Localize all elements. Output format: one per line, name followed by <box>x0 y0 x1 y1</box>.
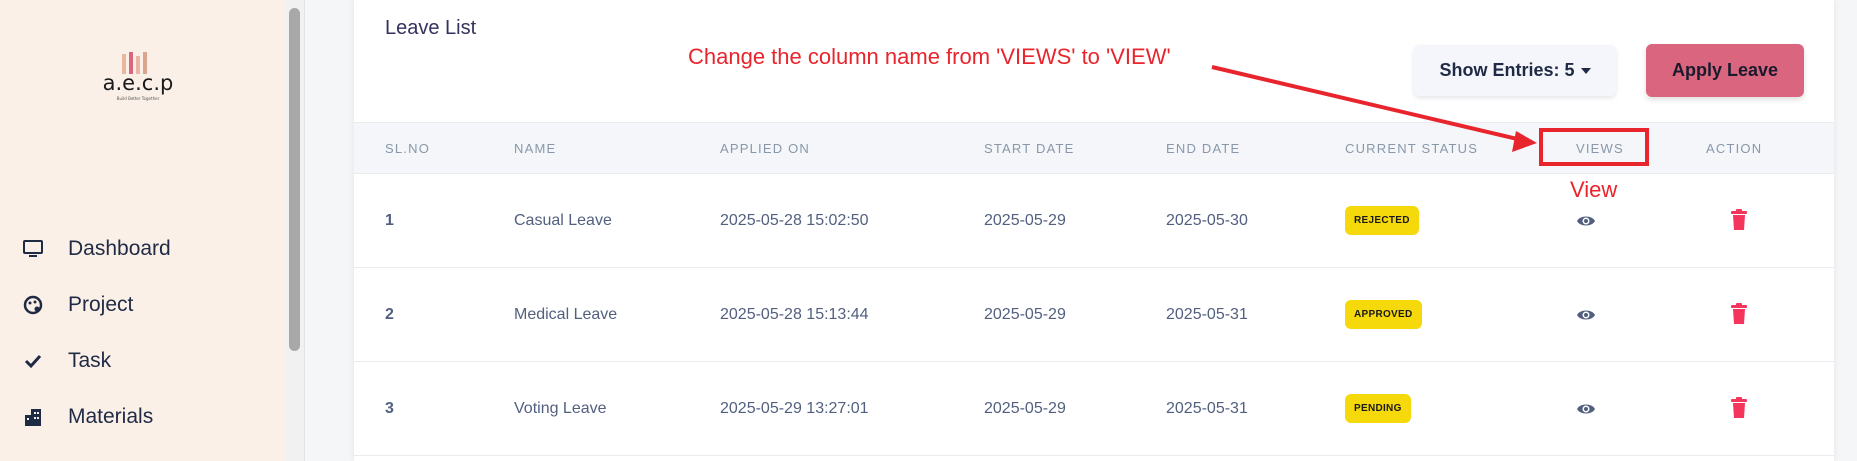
annotation-note: Change the column name from 'VIEWS' to '… <box>688 44 1171 69</box>
cell-start-date: 2025-05-29 <box>984 212 1066 229</box>
cell-name: Voting Leave <box>514 400 607 417</box>
cell-start-date: 2025-05-29 <box>984 306 1066 323</box>
header-applied-on: APPLIED ON <box>720 141 811 156</box>
sidebar-item-materials[interactable]: Materials <box>22 397 153 437</box>
header-end-date: END DATE <box>1166 141 1241 156</box>
cell-end-date: 2025-05-31 <box>1166 400 1248 417</box>
palette-icon <box>22 294 44 316</box>
sidebar-item-task[interactable]: Task <box>22 341 111 381</box>
sidebar-scrollbar[interactable] <box>285 0 305 461</box>
status-badge: REJECTED <box>1345 206 1419 235</box>
annotation-suggestion: View <box>1570 177 1618 202</box>
scrollbar-thumb[interactable] <box>289 8 300 351</box>
cell-applied-on: 2025-05-28 15:13:44 <box>720 306 869 323</box>
check-icon <box>22 350 44 372</box>
cell-end-date: 2025-05-31 <box>1166 306 1248 323</box>
cell-sl-no: 1 <box>385 212 394 229</box>
header-name: NAME <box>514 141 557 156</box>
cell-name: Casual Leave <box>514 212 612 229</box>
show-entries-label: Show Entries: 5 <box>1439 60 1575 80</box>
cell-sl-no: 2 <box>385 306 394 323</box>
header-current-status: CURRENT STATUS <box>1345 141 1479 156</box>
cell-sl-no: 3 <box>385 400 394 417</box>
header-start-date: START DATE <box>984 141 1075 156</box>
annotation-highlight-box <box>1539 128 1649 166</box>
table-row: 3 Voting Leave 2025-05-29 13:27:01 2025-… <box>354 362 1834 456</box>
eye-icon[interactable] <box>1576 305 1596 325</box>
svg-text:a.e.c.p: a.e.c.p <box>103 71 174 95</box>
cell-applied-on: 2025-05-28 15:02:50 <box>720 212 869 229</box>
monitor-icon <box>22 238 44 260</box>
card-title: Leave List <box>385 17 477 39</box>
sidebar-item-label: Project <box>68 293 134 316</box>
cell-start-date: 2025-05-29 <box>984 400 1066 417</box>
status-badge: APPROVED <box>1345 300 1422 329</box>
status-badge: PENDING <box>1345 394 1411 423</box>
header-action: ACTION <box>1706 141 1763 156</box>
table-row: 2 Medical Leave 2025-05-28 15:13:44 2025… <box>354 268 1834 362</box>
cell-name: Medical Leave <box>514 306 618 323</box>
trash-icon[interactable] <box>1730 397 1748 419</box>
sidebar-item-project[interactable]: Project <box>22 285 133 325</box>
apply-leave-button[interactable]: Apply Leave <box>1646 44 1804 97</box>
eye-icon[interactable] <box>1576 399 1596 419</box>
header-sl-no: SL.NO <box>385 141 431 156</box>
trash-icon[interactable] <box>1730 303 1748 325</box>
svg-text:Build Better Together: Build Better Together <box>117 96 160 101</box>
sidebar: a.e.c.p Build Better Together Dashboard … <box>0 0 285 461</box>
cell-applied-on: 2025-05-29 13:27:01 <box>720 400 869 417</box>
sidebar-item-label: Dashboard <box>68 237 171 260</box>
company-logo[interactable]: a.e.c.p Build Better Together <box>88 52 188 112</box>
sidebar-item-dashboard[interactable]: Dashboard <box>22 229 171 269</box>
building-icon <box>22 406 44 428</box>
show-entries-dropdown[interactable]: Show Entries: 5 <box>1414 45 1616 96</box>
trash-icon[interactable] <box>1730 209 1748 231</box>
eye-icon[interactable] <box>1576 211 1596 231</box>
sidebar-item-label: Task <box>68 349 112 372</box>
sidebar-item-label: Materials <box>68 405 154 428</box>
caret-down-icon <box>1580 67 1591 74</box>
cell-end-date: 2025-05-30 <box>1166 212 1248 229</box>
